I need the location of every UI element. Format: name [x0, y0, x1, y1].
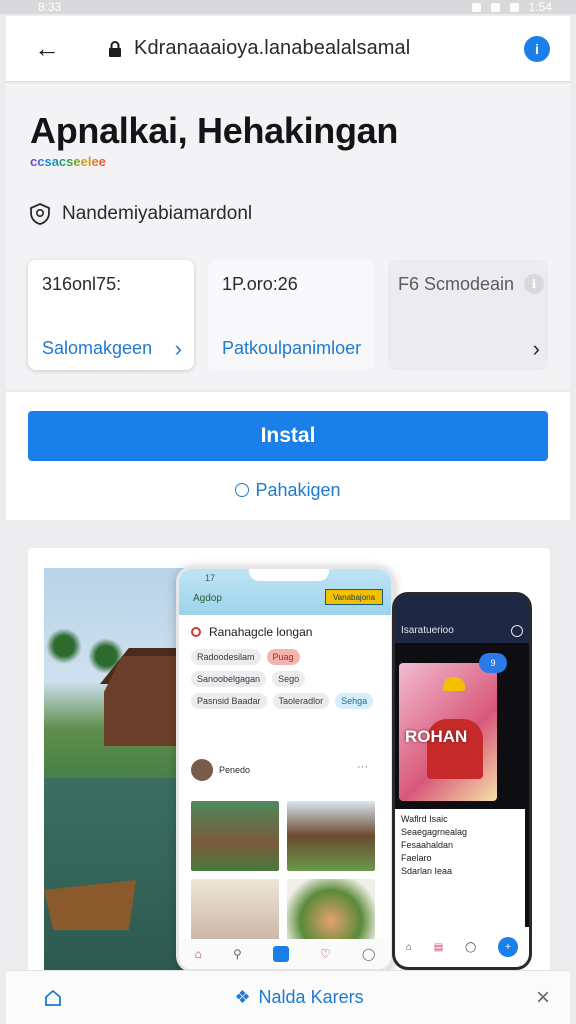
app-title: Apnalkai, Hehakingan — [30, 110, 399, 151]
install-button[interactable]: Instal — [28, 411, 548, 461]
stat-value: 1P.oro:26 — [222, 274, 298, 294]
browser-url-bar: ← Kdranaaaioya.lanabealalsamal i — [6, 16, 570, 82]
stat-label: Patkoulpanimloer — [222, 338, 362, 358]
status-icons: 1:54 — [471, 0, 552, 14]
bottom-banner: ❖ Nalda Karers × — [6, 970, 570, 1024]
wifi-icon — [490, 2, 500, 12]
publisher-row[interactable]: Nandemiyabiamardonl — [28, 202, 252, 226]
main-phone-screenshot: 17 Agdop Vanabajona Ranahagcle longan Ra… — [176, 566, 394, 972]
banner-text: ROHAN — [405, 727, 468, 746]
add-icon — [272, 946, 289, 962]
shield-icon — [28, 202, 52, 226]
phone-badge: Vanabajona — [325, 589, 383, 605]
dark-phone-nav: ⌂ ▤ ◯ + — [395, 927, 529, 967]
stat-value: F6 Scmodeain — [398, 274, 515, 294]
dark-phone-screenshot: Isaratuerioo ROHAN 9 Waflrd Isaic Seaega… — [392, 592, 532, 970]
palm-tree — [46, 628, 82, 664]
phone-time: 17 — [205, 573, 216, 583]
bottom-banner-link[interactable]: ❖ Nalda Karers — [234, 987, 363, 1008]
list-item: Seaegagrnealag — [401, 827, 468, 837]
stat-card-age[interactable]: F6 Scmodeain ℹ › — [388, 260, 548, 370]
signal-icon — [509, 2, 519, 12]
photo-tile — [287, 801, 375, 871]
secondary-label: Pahakigen — [255, 480, 341, 500]
dark-phone-text-list: Waflrd Isaic Seaegagrnealag Fesaahaldan … — [395, 809, 525, 929]
profile-icon: ◯ — [361, 947, 376, 961]
chip: Pasnsid Baadar — [191, 693, 267, 709]
dark-phone-banner: ROHAN — [399, 663, 497, 801]
info-icon: ℹ — [524, 274, 544, 294]
phone-heading-text: Ranahagcle longan — [209, 625, 313, 639]
phone-nav-bar: ⌂ ⚲ ♡ ◯ — [179, 939, 391, 969]
status-bar: 8:33 1:54 — [0, 0, 576, 14]
dark-phone-header: Isaratuerioo — [395, 595, 529, 643]
app-tagline: ccsacseelee — [30, 154, 106, 169]
canal-water — [44, 778, 194, 970]
chip-list: Radoodesilam Puag Sanoobelgagan Sego Pas… — [191, 649, 375, 709]
bottom-banner-label: Nalda Karers — [258, 987, 364, 1007]
list-item: Faelaro — [401, 853, 432, 863]
chat-icon: ▤ — [433, 941, 444, 953]
ring-icon — [191, 627, 201, 637]
chip: Puag — [266, 649, 300, 665]
chip: Sehga — [335, 693, 374, 709]
stat-card-downloads[interactable]: 1P.oro:26 Patkoulpanimloer — [208, 260, 374, 370]
photo-tile — [191, 801, 279, 871]
home-icon[interactable] — [44, 989, 62, 1007]
search-icon: ⚲ — [232, 947, 242, 961]
lock-icon — [108, 40, 122, 57]
profile-icon: ◯ — [465, 941, 477, 953]
notification-badge: 9 — [479, 653, 507, 673]
battery-level: 1:54 — [528, 0, 552, 14]
resort-screenshot — [44, 568, 196, 970]
heart-icon: ♡ — [320, 947, 331, 961]
status-time: 8:33 — [38, 0, 62, 14]
helmet — [443, 677, 465, 691]
more-icon: ··· — [357, 761, 368, 773]
chip: Sego — [272, 671, 306, 687]
phone-heading: Ranahagcle longan — [191, 625, 312, 639]
stat-label: Salomakgeen — [42, 338, 153, 358]
phone-header: 17 Agdop Vanabajona — [179, 569, 391, 615]
dark-phone-title: Isaratuerioo — [401, 625, 454, 636]
publisher-name: Nandemiyabiamardonl — [62, 203, 253, 224]
secondary-link[interactable]: Pahakigen — [6, 480, 570, 501]
screenshot-gallery[interactable]: 17 Agdop Vanabajona Ranahagcle longan Ra… — [28, 548, 550, 988]
chip: Sanoobelgagan — [191, 671, 267, 687]
chevron-right-icon[interactable]: › — [533, 336, 540, 362]
chip: Radoodesilam — [191, 649, 261, 665]
chip: Taoleradlor — [272, 693, 330, 709]
close-icon[interactable]: × — [536, 984, 550, 1012]
photo-grid — [191, 801, 375, 949]
install-section: Instal Pahakigen — [6, 392, 570, 520]
home-icon: ⌂ — [194, 947, 202, 961]
back-arrow-icon[interactable]: ← — [34, 33, 74, 64]
clock-icon — [235, 483, 250, 497]
phone-app-name: Agdop — [193, 593, 222, 604]
stat-value: 316onl75: — [42, 274, 122, 294]
sparkle-icon: ❖ — [234, 987, 251, 1007]
stat-card-rating[interactable]: 316onl75: Salomakgeen › — [28, 260, 194, 370]
post-author: Penedo — [219, 765, 251, 775]
avatar — [191, 759, 213, 781]
info-icon[interactable]: i — [524, 35, 550, 62]
chevron-right-icon: › — [174, 336, 182, 361]
url-text[interactable]: Kdranaaaioya.lanabealalsamal — [134, 37, 524, 60]
post-header: Penedo ··· — [191, 759, 368, 781]
notification-icon — [471, 2, 481, 12]
list-item: Waflrd Isaic — [401, 814, 448, 824]
app-header: Apnalkai, Hehakingan ccsacseelee Nandemi… — [6, 84, 570, 390]
phone-notch — [249, 569, 329, 581]
list-item: Fesaahaldan — [401, 840, 454, 850]
list-item: Sdarlan Ieaa — [401, 866, 453, 876]
home-icon: ⌂ — [405, 941, 412, 953]
plus-icon: + — [498, 937, 519, 957]
help-icon — [511, 625, 523, 637]
